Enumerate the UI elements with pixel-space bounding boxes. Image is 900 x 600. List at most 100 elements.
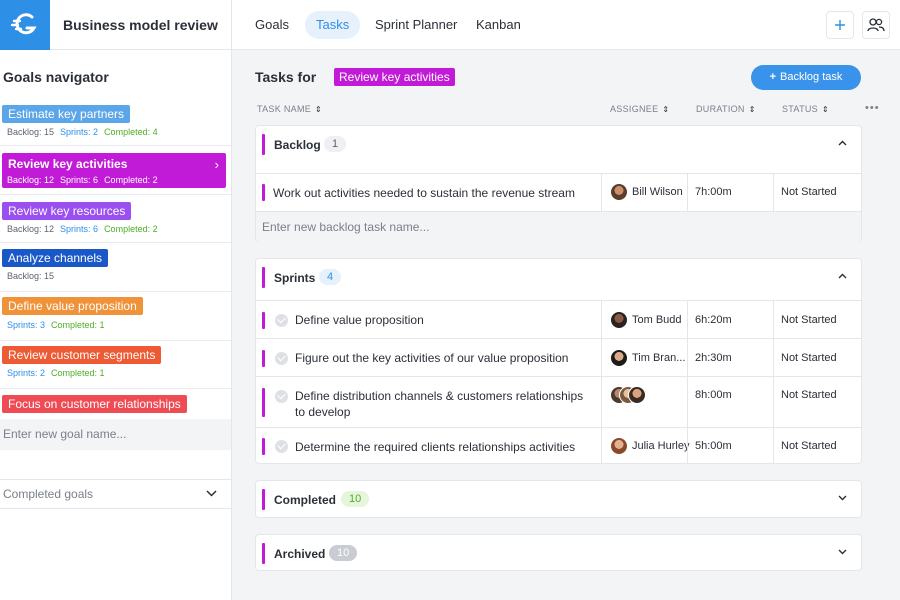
- completed-count: Completed: 2: [104, 224, 158, 234]
- assignee-cell[interactable]: Bill Wilson: [601, 174, 687, 211]
- assignee-cell[interactable]: Julia Hurley: [601, 428, 689, 463]
- sort-icon: ⇕: [748, 105, 756, 114]
- new-goal-input[interactable]: Enter new goal name...: [0, 419, 231, 450]
- add-backlog-task-button[interactable]: + Backlog task: [751, 65, 861, 90]
- status-cell[interactable]: Not Started: [773, 174, 861, 211]
- column-header-assignee[interactable]: ASSIGNEE ⇕: [610, 104, 669, 114]
- more-options-icon[interactable]: •••: [865, 102, 880, 114]
- backlog-section: Backlog 1 Work out activities needed to …: [255, 125, 862, 242]
- task-color-bar: [262, 184, 265, 201]
- duration-cell[interactable]: 2h:30m: [687, 339, 773, 376]
- status-cell[interactable]: Not Started: [773, 301, 861, 338]
- sprints-section-header[interactable]: Sprints 4: [256, 259, 861, 296]
- completed-goals-toggle[interactable]: Completed goals: [0, 479, 231, 509]
- status-cell[interactable]: Not Started: [773, 428, 861, 463]
- goal-item-review-key-resources[interactable]: Review key resources Backlog: 12 Sprints:…: [0, 194, 231, 243]
- sort-icon: ⇕: [821, 105, 829, 114]
- sprints-section: Sprints 4 Define value proposition Tom B…: [255, 258, 862, 464]
- task-name: Define value proposition: [295, 313, 424, 327]
- add-button[interactable]: [826, 11, 854, 39]
- completed-goals-label: Completed goals: [3, 487, 94, 501]
- sprints-count: Sprints: 6: [60, 175, 99, 185]
- sort-icon: ⇕: [315, 105, 323, 114]
- column-header-label: DURATION: [696, 104, 745, 114]
- duration-cell[interactable]: 6h:20m: [687, 301, 773, 338]
- assignee-name: Bill Wilson: [632, 186, 683, 198]
- new-backlog-task-input[interactable]: Enter new backlog task name...: [256, 211, 861, 242]
- logo-icon: [10, 13, 37, 35]
- check-circle-icon[interactable]: [275, 314, 288, 327]
- completed-count: Completed: 4: [104, 127, 158, 137]
- goal-item-define-value-proposition[interactable]: Define value proposition Sprints: 3 Compl…: [0, 292, 231, 341]
- section-color-bar: [262, 543, 265, 564]
- task-color-bar: [262, 350, 265, 367]
- sprints-count: Sprints: 2: [60, 127, 99, 137]
- goal-item-focus-on-customer-relationships[interactable]: Focus on customer relationships: [0, 389, 231, 419]
- task-color-bar: [262, 438, 265, 455]
- section-color-bar: [262, 267, 265, 288]
- table-row[interactable]: Define distribution channels & customers…: [256, 376, 861, 427]
- tab-kanban[interactable]: Kanban: [465, 11, 532, 39]
- duration-cell[interactable]: 5h:00m: [687, 428, 773, 463]
- plus-icon: +: [769, 71, 777, 83]
- section-title: Completed: [274, 493, 337, 507]
- status-value: Not Started: [781, 186, 837, 198]
- goal-label: Define value proposition: [2, 297, 143, 315]
- chevron-down-icon: [838, 547, 847, 558]
- table-row[interactable]: Determine the required clients relations…: [256, 427, 861, 463]
- column-header-task-name[interactable]: TASK NAME ⇕: [257, 104, 322, 114]
- task-name: Define distribution channels & customers…: [295, 389, 584, 419]
- completed-count: Completed: 1: [51, 320, 105, 330]
- plus-icon: [835, 20, 845, 30]
- goal-stats: Backlog: 12 Sprints: 6 Completed: 2: [7, 175, 164, 185]
- status-cell[interactable]: Not Started: [773, 339, 861, 376]
- check-circle-icon[interactable]: [275, 440, 288, 453]
- tab-goals[interactable]: Goals: [244, 11, 300, 39]
- archived-section[interactable]: Archived 10: [255, 534, 862, 571]
- task-name: Figure out the key activities of our val…: [295, 351, 569, 365]
- duration-cell[interactable]: 8h:00m: [687, 377, 773, 427]
- completed-count: Completed: 2: [104, 175, 158, 185]
- assignee-cell[interactable]: [601, 377, 687, 427]
- check-circle-icon[interactable]: [275, 390, 288, 403]
- app-logo[interactable]: [0, 0, 50, 50]
- table-row[interactable]: Work out activities needed to sustain th…: [256, 173, 861, 211]
- column-header-status[interactable]: STATUS ⇕: [782, 104, 829, 114]
- duration-value: 5h:00m: [695, 440, 732, 452]
- sprints-count: Sprints: 3: [7, 320, 46, 330]
- status-cell[interactable]: Not Started: [773, 377, 861, 427]
- goal-stats: Backlog: 15 Sprints: 2 Completed: 4: [7, 127, 164, 137]
- goal-item-review-customer-segments[interactable]: Review customer segments Sprints: 2 Compl…: [0, 341, 231, 389]
- goals-sidebar: Goals navigator Estimate key partners Ba…: [0, 50, 232, 600]
- check-circle-icon[interactable]: [275, 352, 288, 365]
- tasks-for-label: Tasks for: [255, 69, 317, 85]
- backlog-section-header[interactable]: Backlog 1: [256, 126, 861, 163]
- section-color-bar: [262, 134, 265, 155]
- task-color-bar: [262, 312, 265, 329]
- assignee-cell[interactable]: Tom Budd: [601, 301, 687, 338]
- users-button[interactable]: [862, 11, 890, 39]
- section-color-bar: [262, 489, 265, 510]
- goal-item-review-key-activities[interactable]: Review key activities › Backlog: 12 Sprin…: [2, 153, 226, 188]
- sort-icon: ⇕: [662, 105, 670, 114]
- goal-item-analyze-channels[interactable]: Analyze channels Backlog: 15: [0, 243, 231, 292]
- assignee-cell[interactable]: Tim Bran...: [601, 339, 687, 376]
- duration-cell[interactable]: 7h:00m: [687, 174, 773, 211]
- chevron-right-icon: ›: [214, 157, 219, 172]
- goal-stats: Backlog: 15: [7, 271, 60, 281]
- assignee-name: Tim Bran...: [632, 352, 686, 364]
- table-row[interactable]: Figure out the key activities of our val…: [256, 338, 861, 376]
- goal-label: Estimate key partners: [2, 105, 131, 123]
- section-title: Archived: [274, 547, 326, 561]
- section-count-badge: 1: [324, 136, 347, 152]
- goal-item-estimate-key-partners[interactable]: Estimate key partners Backlog: 15 Sprints…: [0, 98, 231, 146]
- tab-tasks[interactable]: Tasks: [305, 11, 361, 39]
- table-row[interactable]: Define value proposition Tom Budd 6h:20m…: [256, 300, 861, 338]
- goal-label: Review key resources: [2, 202, 132, 220]
- chevron-up-icon: [838, 271, 847, 282]
- completed-section[interactable]: Completed 10: [255, 480, 862, 518]
- tab-sprint-planner[interactable]: Sprint Planner: [364, 11, 468, 39]
- status-value: Not Started: [781, 440, 837, 452]
- column-header-duration[interactable]: DURATION ⇕: [696, 104, 756, 114]
- status-value: Not Started: [781, 352, 837, 364]
